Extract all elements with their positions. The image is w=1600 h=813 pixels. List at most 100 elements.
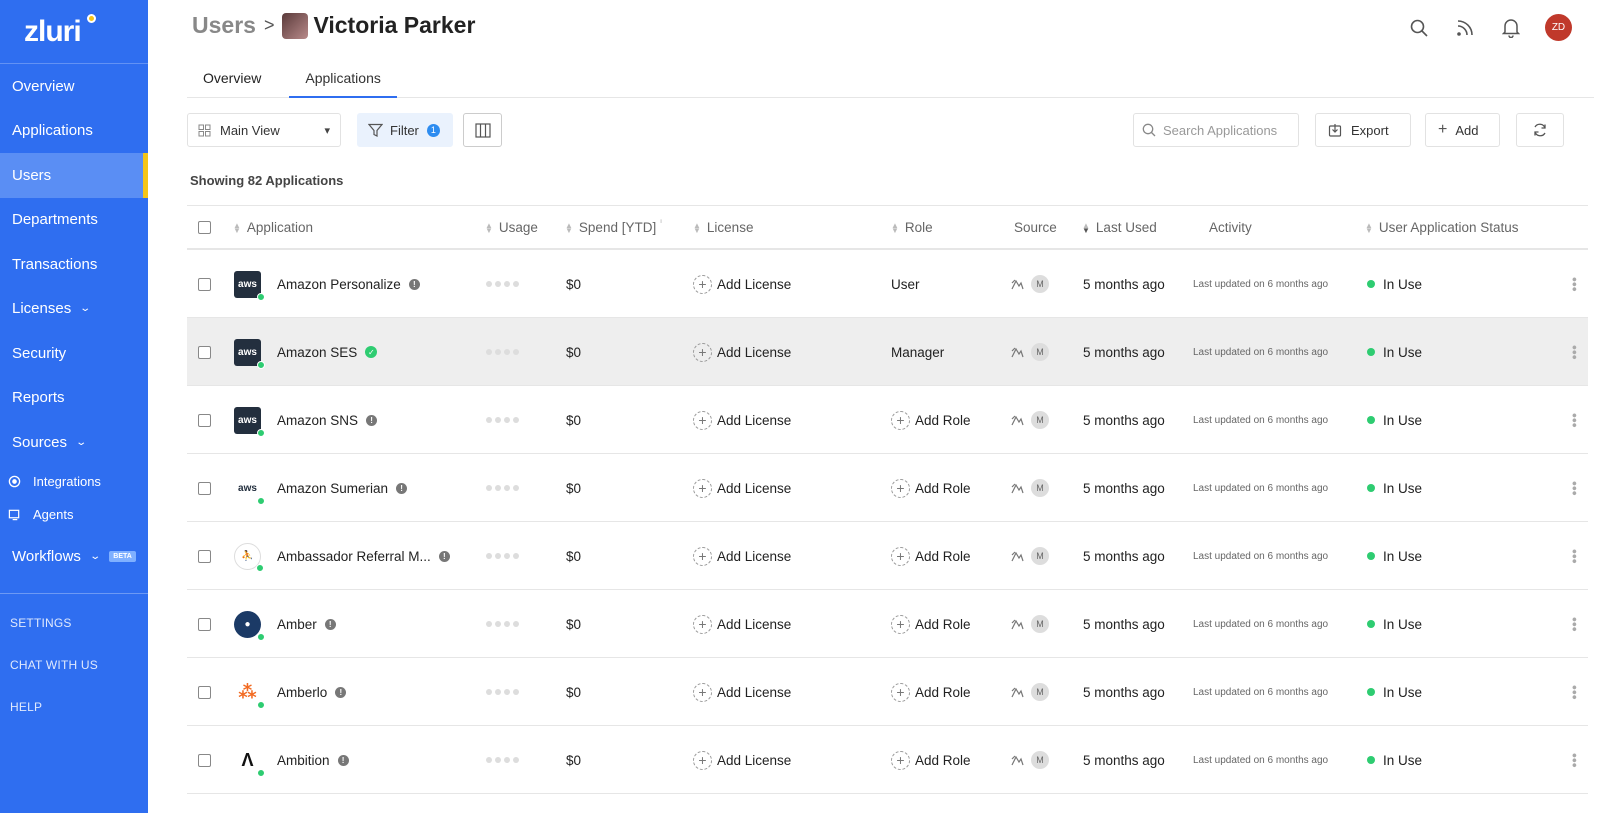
add-role-button[interactable]: + Add Role <box>891 658 971 726</box>
more-options-icon[interactable]: ••• <box>1567 726 1583 794</box>
app-name[interactable]: Amazon SES <box>277 345 357 360</box>
application-cell[interactable]: ⛹ Ambassador Referral M... ! <box>234 522 450 590</box>
column-header-license[interactable]: ▲ ▼ License <box>693 220 753 235</box>
info-icon[interactable]: ! <box>324 618 336 630</box>
row-checkbox[interactable] <box>198 753 211 767</box>
info-icon[interactable]: ! <box>408 278 420 290</box>
sidebar-item-licenses[interactable]: Licenses ⌄ <box>0 287 148 332</box>
settings-link[interactable]: SETTINGS <box>0 602 148 644</box>
tab-applications[interactable]: Applications <box>289 60 397 98</box>
add-license-button[interactable]: + Add License <box>693 454 791 522</box>
sidebar-item-integrations[interactable]: Integrations <box>0 465 148 498</box>
sidebar-item-workflows[interactable]: Workflows ⌄ BETA <box>0 535 148 580</box>
add-role-button[interactable]: + Add Role <box>891 386 971 454</box>
add-license-button[interactable]: + Add License <box>693 590 791 658</box>
sidebar-item-overview[interactable]: Overview <box>0 64 148 109</box>
table-row[interactable]: ⛹ Ambassador Referral M... ! $0 + Add Lic… <box>187 522 1588 590</box>
role-cell[interactable]: User <box>891 250 920 318</box>
status-cell[interactable]: In Use <box>1367 386 1422 454</box>
info-icon[interactable]: ! <box>438 550 450 562</box>
more-options-icon[interactable]: ••• <box>1567 250 1583 318</box>
app-name[interactable]: Amazon Personalize <box>277 277 401 292</box>
breadcrumb-users-link[interactable]: Users <box>192 12 256 39</box>
info-icon[interactable]: ! <box>335 686 347 698</box>
verified-icon[interactable]: ✓ <box>365 346 378 358</box>
status-cell[interactable]: In Use <box>1367 454 1422 522</box>
more-options-icon[interactable]: ••• <box>1567 318 1583 386</box>
sidebar-item-sources[interactable]: Sources ⌄ <box>0 420 148 465</box>
search-icon[interactable] <box>1407 16 1431 40</box>
refresh-button[interactable] <box>1516 113 1564 147</box>
row-checkbox[interactable] <box>198 277 211 291</box>
add-license-button[interactable]: + Add License <box>693 386 791 454</box>
sidebar-item-departments[interactable]: Departments <box>0 198 148 243</box>
table-row[interactable]: Λ Ambition ! $0 + Add License + Add Role M… <box>187 726 1588 794</box>
more-options-icon[interactable]: ••• <box>1567 386 1583 454</box>
application-cell[interactable]: aws Amazon SES ✓ <box>234 318 378 386</box>
more-options-icon[interactable]: ••• <box>1567 590 1583 658</box>
column-header-role[interactable]: ▲ ▼ Role <box>891 220 933 235</box>
add-license-button[interactable]: + Add License <box>693 318 791 386</box>
application-cell[interactable]: Λ Ambition ! <box>234 726 349 794</box>
info-icon[interactable]: ! <box>366 414 378 426</box>
columns-button[interactable] <box>463 113 502 147</box>
sidebar-item-security[interactable]: Security <box>0 331 148 376</box>
tab-overview[interactable]: Overview <box>187 60 277 98</box>
role-cell[interactable]: Manager <box>891 318 944 386</box>
export-button[interactable]: Export <box>1315 113 1411 147</box>
feed-icon[interactable] <box>1453 16 1477 40</box>
status-cell[interactable]: In Use <box>1367 726 1422 794</box>
status-cell[interactable]: In Use <box>1367 590 1422 658</box>
row-checkbox[interactable] <box>198 413 211 427</box>
row-checkbox[interactable] <box>198 685 211 699</box>
column-header-last-used[interactable]: ▲ ▼ Last Used <box>1082 220 1157 235</box>
app-name[interactable]: Amberlo <box>277 685 327 700</box>
add-role-button[interactable]: + Add Role <box>891 726 971 794</box>
add-license-button[interactable]: + Add License <box>693 658 791 726</box>
add-license-button[interactable]: + Add License <box>693 522 791 590</box>
add-button[interactable]: + Add <box>1425 113 1500 147</box>
table-row[interactable]: aws Amazon Personalize ! $0 + Add License… <box>187 250 1588 318</box>
more-options-icon[interactable]: ••• <box>1567 454 1583 522</box>
row-checkbox[interactable] <box>198 617 211 631</box>
account-avatar[interactable]: ZD <box>1545 14 1572 41</box>
filter-button[interactable]: Filter 1 <box>357 113 453 147</box>
add-license-button[interactable]: + Add License <box>693 250 791 318</box>
application-cell[interactable]: ● Amber ! <box>234 590 336 658</box>
table-row[interactable]: aws Amazon SES ✓ $0 + Add License Manager… <box>187 318 1588 386</box>
zluri-logo[interactable]: zluri <box>0 0 148 64</box>
select-all-checkbox[interactable] <box>198 221 211 234</box>
add-role-button[interactable]: + Add Role <box>891 454 971 522</box>
search-input[interactable]: Search Applications <box>1133 113 1299 147</box>
table-row[interactable]: ⁂ Amberlo ! $0 + Add License + Add Role M … <box>187 658 1588 726</box>
more-options-icon[interactable]: ••• <box>1567 658 1583 726</box>
status-cell[interactable]: In Use <box>1367 522 1422 590</box>
application-cell[interactable]: aws Amazon Sumerian ! <box>234 454 408 522</box>
status-cell[interactable]: In Use <box>1367 658 1422 726</box>
add-license-button[interactable]: + Add License <box>693 726 791 794</box>
view-select[interactable]: Main View ▾ <box>187 113 341 147</box>
add-role-button[interactable]: + Add Role <box>891 522 971 590</box>
sidebar-item-applications[interactable]: Applications <box>0 109 148 154</box>
row-checkbox[interactable] <box>198 481 211 495</box>
app-name[interactable]: Amber <box>277 617 317 632</box>
add-role-button[interactable]: + Add Role <box>891 590 971 658</box>
sidebar-item-reports[interactable]: Reports <box>0 376 148 421</box>
bell-icon[interactable] <box>1499 16 1523 40</box>
row-checkbox[interactable] <box>198 345 211 359</box>
app-name[interactable]: Amazon SNS <box>277 413 358 428</box>
column-header-spend[interactable]: ▲ ▼ Spend [YTD] ⁱ <box>565 218 662 235</box>
application-cell[interactable]: aws Amazon Personalize ! <box>234 250 420 318</box>
status-cell[interactable]: In Use <box>1367 318 1422 386</box>
app-name[interactable]: Amazon Sumerian <box>277 481 388 496</box>
table-row[interactable]: ● Amber ! $0 + Add License + Add Role M 5 … <box>187 590 1588 658</box>
sidebar-item-transactions[interactable]: Transactions <box>0 242 148 287</box>
sidebar-item-users[interactable]: Users <box>0 153 148 198</box>
column-header-application[interactable]: ▲ ▼ Application <box>233 220 313 235</box>
row-checkbox[interactable] <box>198 549 211 563</box>
column-header-usage[interactable]: ▲ ▼ Usage <box>485 220 538 235</box>
help-link[interactable]: HELP <box>0 686 148 728</box>
application-cell[interactable]: ⁂ Amberlo ! <box>234 658 347 726</box>
status-cell[interactable]: In Use <box>1367 250 1422 318</box>
column-header-status[interactable]: ▲ ▼ User Application Status <box>1365 220 1519 235</box>
